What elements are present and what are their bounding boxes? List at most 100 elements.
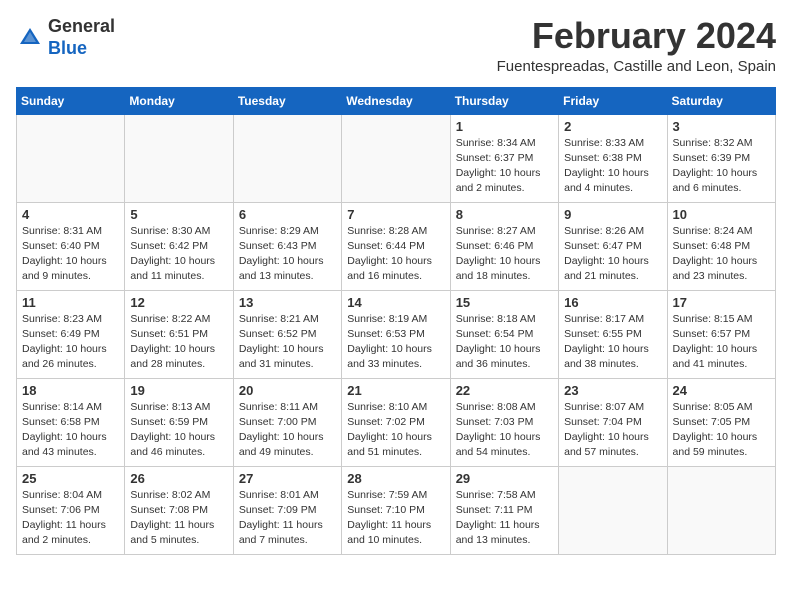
calendar-cell: 29Sunrise: 7:58 AMSunset: 7:11 PMDayligh…	[450, 466, 558, 554]
weekday-header-monday: Monday	[125, 87, 233, 114]
day-number: 18	[22, 383, 119, 398]
day-number: 24	[673, 383, 770, 398]
weekday-header-thursday: Thursday	[450, 87, 558, 114]
month-title: February 2024	[497, 16, 776, 56]
day-info: Sunrise: 8:13 AMSunset: 6:59 PMDaylight:…	[130, 400, 227, 461]
calendar-week-row: 4 Sunrise: 8:31 AMSunset: 6:40 PMDaylight…	[17, 202, 776, 290]
day-info: Sunrise: 8:11 AMSunset: 7:00 PMDaylight:…	[239, 400, 336, 461]
calendar-cell: 14 Sunrise: 8:19 AMSunset: 6:53 PMDayligh…	[342, 290, 450, 378]
day-number: 14	[347, 295, 444, 310]
calendar-cell: 26 Sunrise: 8:02 AMSunset: 7:08 PMDayligh…	[125, 466, 233, 554]
day-info: Sunrise: 8:10 AMSunset: 7:02 PMDaylight:…	[347, 400, 444, 461]
day-number: 2	[564, 119, 661, 134]
day-info: Sunrise: 8:28 AMSunset: 6:44 PMDaylight:…	[347, 224, 444, 285]
calendar-header-row: SundayMondayTuesdayWednesdayThursdayFrid…	[17, 87, 776, 114]
calendar-table: SundayMondayTuesdayWednesdayThursdayFrid…	[16, 87, 776, 555]
day-info: Sunrise: 8:21 AMSunset: 6:52 PMDaylight:…	[239, 312, 336, 373]
day-number: 9	[564, 207, 661, 222]
day-info: Sunrise: 8:15 AMSunset: 6:57 PMDaylight:…	[673, 312, 770, 373]
page-header: General Blue February 2024 Fuentespreada…	[16, 16, 776, 75]
day-number: 20	[239, 383, 336, 398]
calendar-cell: 7 Sunrise: 8:28 AMSunset: 6:44 PMDaylight…	[342, 202, 450, 290]
weekday-header-tuesday: Tuesday	[233, 87, 341, 114]
day-info: Sunrise: 8:23 AMSunset: 6:49 PMDaylight:…	[22, 312, 119, 373]
calendar-week-row: 11 Sunrise: 8:23 AMSunset: 6:49 PMDayligh…	[17, 290, 776, 378]
day-info: Sunrise: 8:18 AMSunset: 6:54 PMDaylight:…	[456, 312, 553, 373]
day-number: 23	[564, 383, 661, 398]
calendar-cell: 6Sunrise: 8:29 AMSunset: 6:43 PMDaylight…	[233, 202, 341, 290]
weekday-header-sunday: Sunday	[17, 87, 125, 114]
calendar-week-row: 18 Sunrise: 8:14 AMSunset: 6:58 PMDayligh…	[17, 378, 776, 466]
day-number: 21	[347, 383, 444, 398]
calendar-cell: 17 Sunrise: 8:15 AMSunset: 6:57 PMDayligh…	[667, 290, 775, 378]
calendar-cell	[667, 466, 775, 554]
day-number: 10	[673, 207, 770, 222]
day-number: 11	[22, 295, 119, 310]
day-info: Sunrise: 8:19 AMSunset: 6:53 PMDaylight:…	[347, 312, 444, 373]
day-number: 7	[347, 207, 444, 222]
day-number: 1	[456, 119, 553, 134]
day-number: 17	[673, 295, 770, 310]
day-number: 15	[456, 295, 553, 310]
day-info: Sunrise: 8:14 AMSunset: 6:58 PMDaylight:…	[22, 400, 119, 461]
day-number: 4	[22, 207, 119, 222]
day-info: Sunrise: 8:30 AMSunset: 6:42 PMDaylight:…	[130, 224, 227, 285]
calendar-cell: 21 Sunrise: 8:10 AMSunset: 7:02 PMDayligh…	[342, 378, 450, 466]
day-number: 5	[130, 207, 227, 222]
calendar-cell: 3 Sunrise: 8:32 AMSunset: 6:39 PMDaylight…	[667, 114, 775, 202]
day-info: Sunrise: 8:02 AMSunset: 7:08 PMDaylight:…	[130, 488, 227, 549]
day-info: Sunrise: 8:22 AMSunset: 6:51 PMDaylight:…	[130, 312, 227, 373]
calendar-week-row: 1 Sunrise: 8:34 AMSunset: 6:37 PMDaylight…	[17, 114, 776, 202]
calendar-cell: 5 Sunrise: 8:30 AMSunset: 6:42 PMDaylight…	[125, 202, 233, 290]
day-info: Sunrise: 7:59 AMSunset: 7:10 PMDaylight:…	[347, 488, 444, 549]
calendar-cell: 20 Sunrise: 8:11 AMSunset: 7:00 PMDayligh…	[233, 378, 341, 466]
day-number: 12	[130, 295, 227, 310]
day-info: Sunrise: 8:01 AMSunset: 7:09 PMDaylight:…	[239, 488, 336, 549]
day-info: Sunrise: 8:29 AMSunset: 6:43 PMDaylight:…	[239, 224, 336, 285]
calendar-cell: 18 Sunrise: 8:14 AMSunset: 6:58 PMDayligh…	[17, 378, 125, 466]
calendar-cell	[342, 114, 450, 202]
calendar-cell: 13 Sunrise: 8:21 AMSunset: 6:52 PMDayligh…	[233, 290, 341, 378]
day-number: 3	[673, 119, 770, 134]
calendar-cell: 19 Sunrise: 8:13 AMSunset: 6:59 PMDayligh…	[125, 378, 233, 466]
calendar-cell: 22 Sunrise: 8:08 AMSunset: 7:03 PMDayligh…	[450, 378, 558, 466]
calendar-cell: 28 Sunrise: 7:59 AMSunset: 7:10 PMDayligh…	[342, 466, 450, 554]
day-number: 26	[130, 471, 227, 486]
calendar-cell: 10Sunrise: 8:24 AMSunset: 6:48 PMDayligh…	[667, 202, 775, 290]
calendar-cell: 23 Sunrise: 8:07 AMSunset: 7:04 PMDayligh…	[559, 378, 667, 466]
day-info: Sunrise: 8:04 AMSunset: 7:06 PMDaylight:…	[22, 488, 119, 549]
day-number: 22	[456, 383, 553, 398]
calendar-cell	[17, 114, 125, 202]
logo: General Blue	[16, 16, 115, 59]
day-number: 16	[564, 295, 661, 310]
day-info: Sunrise: 8:08 AMSunset: 7:03 PMDaylight:…	[456, 400, 553, 461]
calendar-cell: 27Sunrise: 8:01 AMSunset: 7:09 PMDayligh…	[233, 466, 341, 554]
logo-blue-text: Blue	[48, 38, 87, 58]
calendar-cell: 12 Sunrise: 8:22 AMSunset: 6:51 PMDayligh…	[125, 290, 233, 378]
day-number: 28	[347, 471, 444, 486]
location-title: Fuentespreadas, Castille and Leon, Spain	[497, 58, 776, 75]
logo-icon	[16, 24, 44, 52]
day-info: Sunrise: 8:05 AMSunset: 7:05 PMDaylight:…	[673, 400, 770, 461]
calendar-cell: 16 Sunrise: 8:17 AMSunset: 6:55 PMDayligh…	[559, 290, 667, 378]
weekday-header-friday: Friday	[559, 87, 667, 114]
calendar-cell: 2Sunrise: 8:33 AMSunset: 6:38 PMDaylight…	[559, 114, 667, 202]
day-info: Sunrise: 8:26 AMSunset: 6:47 PMDaylight:…	[564, 224, 661, 285]
day-info: Sunrise: 8:34 AMSunset: 6:37 PMDaylight:…	[456, 136, 553, 197]
day-number: 29	[456, 471, 553, 486]
calendar-cell: 11 Sunrise: 8:23 AMSunset: 6:49 PMDayligh…	[17, 290, 125, 378]
day-info: Sunrise: 8:32 AMSunset: 6:39 PMDaylight:…	[673, 136, 770, 197]
calendar-cell: 24 Sunrise: 8:05 AMSunset: 7:05 PMDayligh…	[667, 378, 775, 466]
day-number: 8	[456, 207, 553, 222]
day-number: 25	[22, 471, 119, 486]
calendar-cell	[233, 114, 341, 202]
calendar-cell: 15 Sunrise: 8:18 AMSunset: 6:54 PMDayligh…	[450, 290, 558, 378]
day-number: 13	[239, 295, 336, 310]
day-info: Sunrise: 8:17 AMSunset: 6:55 PMDaylight:…	[564, 312, 661, 373]
day-info: Sunrise: 8:07 AMSunset: 7:04 PMDaylight:…	[564, 400, 661, 461]
calendar-cell	[125, 114, 233, 202]
weekday-header-wednesday: Wednesday	[342, 87, 450, 114]
day-info: Sunrise: 8:31 AMSunset: 6:40 PMDaylight:…	[22, 224, 119, 285]
day-number: 19	[130, 383, 227, 398]
logo-general-text: General	[48, 16, 115, 36]
